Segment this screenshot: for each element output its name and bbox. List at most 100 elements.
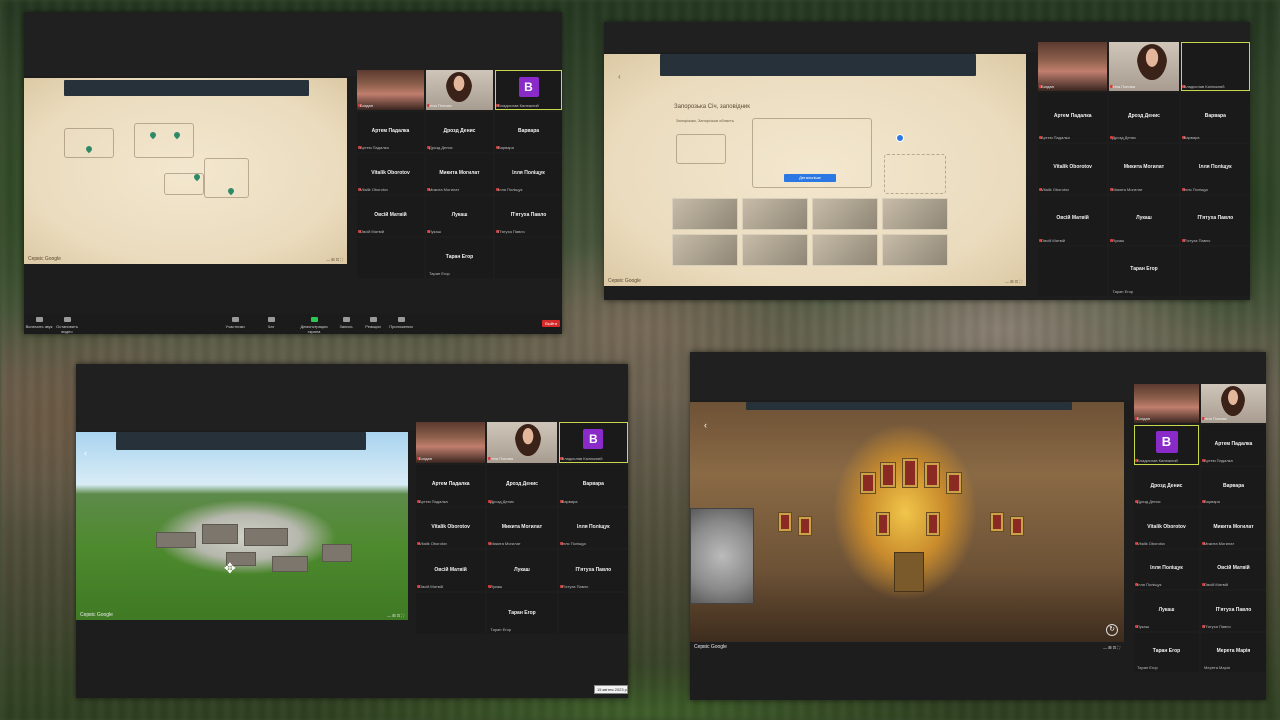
shared-screen-pano[interactable]: ‹ Запорозька Січ, заповідник Запоріжжя, … xyxy=(604,54,1026,286)
avatar: B xyxy=(583,429,604,450)
participant-tile[interactable]: Богдан xyxy=(357,70,424,110)
apps-button[interactable]: Приложения xyxy=(386,317,416,329)
participant-tile[interactable]: Vitalik Oborotov Vitalik Oborotov xyxy=(1038,144,1108,194)
compass-icon[interactable]: ↻ xyxy=(1106,624,1118,636)
participant-tile[interactable]: Дрозд Денис Дрозд Денис xyxy=(1109,93,1179,143)
zoom-window-aerial: ‹ ✥ Сервіс Google — ⊞ ⊡ ⛶ Богдан Інна По… xyxy=(76,364,628,698)
participant-tile[interactable]: Ілля Поліщук Ілля Поліщук xyxy=(1180,144,1250,194)
participant-tile[interactable]: Vitalik Oborotov Vitalik Oborotov xyxy=(357,154,424,194)
participant-tile[interactable]: П'ятуха Павло П'ятуха Павло xyxy=(558,550,628,592)
participant-tile[interactable]: Таран Егор Таран Егор xyxy=(1134,632,1199,672)
gallery-thumb[interactable] xyxy=(812,234,878,266)
participant-tile[interactable]: Варвара Варвара xyxy=(1180,93,1250,143)
participant-tile[interactable]: Ілля Поліщук Ілля Поліщук xyxy=(1134,549,1199,590)
participant-tile[interactable]: Варвара Варвара xyxy=(495,112,562,152)
participant-tile-active[interactable]: Владислав Калюжний xyxy=(1180,42,1250,92)
participant-tile[interactable]: Мерета Марія Мерета Марія xyxy=(1201,632,1266,672)
participant-tile[interactable]: Vitalik Oborotov Vitalik Oborotov xyxy=(416,507,486,549)
details-button[interactable]: Детальніше xyxy=(784,174,836,182)
participant-tile[interactable]: Артем Падалка Артем Падалка xyxy=(1201,425,1266,465)
participant-tile[interactable]: Овсій Матвій Овсій Матвій xyxy=(1201,549,1266,590)
gallery-thumb[interactable] xyxy=(882,198,948,230)
participant-tile[interactable]: Інна Попова xyxy=(487,422,557,463)
participant-tile[interactable]: Інна Попова xyxy=(426,70,493,110)
shared-screen-aerial[interactable]: ‹ ✥ Сервіс Google — ⊞ ⊡ ⛶ xyxy=(76,432,408,620)
participant-tile[interactable] xyxy=(1180,246,1250,296)
participant-tile[interactable]: П'ятуха Павло П'ятуха Павло xyxy=(1180,195,1250,245)
participant-tile[interactable]: Микита Мoгилат Микита Мoгилат xyxy=(487,507,557,549)
participant-tile-active[interactable]: B Владислав Калюжний xyxy=(1134,425,1199,465)
participant-tile[interactable]: Артем Падалка Артем Падалка xyxy=(357,112,424,152)
reactions-button[interactable]: Реакции xyxy=(358,317,388,329)
participant-tile[interactable]: П'ятуха Павло П'ятуха Павло xyxy=(495,196,562,236)
window-header xyxy=(24,12,562,76)
video-button[interactable]: Остановить видео xyxy=(52,317,82,334)
gallery-thumb[interactable] xyxy=(672,234,738,266)
map-controls[interactable]: — ⊞ ⊡ ⛶ xyxy=(387,613,404,618)
participant-grid: Богдан Інна Попова B Владислав Калюжний А… xyxy=(416,422,628,634)
participant-tile[interactable] xyxy=(495,238,562,278)
participant-tile-active[interactable]: B Владислав Калюжний xyxy=(495,70,562,110)
leave-button[interactable]: Выйти xyxy=(542,320,560,327)
minimap[interactable] xyxy=(690,508,754,604)
participant-tile[interactable]: Микита Мoгилат Микита Мoгилат xyxy=(1109,144,1179,194)
participant-tile[interactable] xyxy=(357,238,424,278)
participant-tile[interactable]: Артем Падалка Артем Падалка xyxy=(1038,93,1108,143)
participant-tile[interactable]: Лукаш Лукаш xyxy=(1109,195,1179,245)
participant-tile[interactable]: Дрозд Денис Дрозд Денис xyxy=(1134,466,1199,507)
gallery-thumb[interactable] xyxy=(672,198,738,230)
participant-tile[interactable]: Таран Егор Таран Егор xyxy=(1109,246,1179,296)
shared-screen-map[interactable]: Сервіс Google — ⊞ ⊡ ⛶ xyxy=(24,78,347,264)
gallery-thumb[interactable] xyxy=(742,234,808,266)
mute-button[interactable]: Включить звук xyxy=(24,317,54,329)
participant-tile[interactable]: Дрозд Денис Дрозд Денис xyxy=(426,112,493,152)
participant-tile[interactable] xyxy=(558,593,628,634)
participant-tile[interactable]: Микита Мoгилат Микита Мoгилат xyxy=(426,154,493,194)
place-title: Запорозька Січ, заповідник xyxy=(674,104,750,110)
shared-screen-church[interactable]: ‹ ↻ xyxy=(690,402,1124,642)
map-controls[interactable]: — ⊞ ⊡ ⛶ xyxy=(1103,645,1120,650)
participant-tile-active[interactable]: B Владислав Калюжний xyxy=(558,422,628,463)
map-controls[interactable]: — ⊞ ⊡ ⛶ xyxy=(1005,279,1022,284)
participant-tile[interactable] xyxy=(416,593,486,634)
participant-tile[interactable]: Таран Егор Таран Егор xyxy=(426,238,493,278)
chat-button[interactable]: Чат xyxy=(256,317,286,329)
participant-tile[interactable]: Vitalik Oborotov Vitalik Oborotov xyxy=(1134,508,1199,548)
participant-tile[interactable]: Артем Падалка Артем Падалка xyxy=(416,464,486,506)
participant-tile[interactable]: Лукаш Лукаш xyxy=(1134,591,1199,631)
participant-tile[interactable]: Ілля Поліщук Ілля Поліщук xyxy=(558,507,628,549)
participant-tile[interactable]: Варвара Варвара xyxy=(558,464,628,506)
participant-tile[interactable]: Ілля Поліщук Ілля Поліщук xyxy=(495,154,562,194)
participant-tile[interactable]: Богдан xyxy=(1038,42,1108,92)
navigation-arrow-icon[interactable]: ✥ xyxy=(224,560,236,577)
participant-tile[interactable]: Варвара Варвара xyxy=(1201,466,1266,507)
participant-tile[interactable]: Дрозд Денис Дрозд Денис xyxy=(487,464,557,506)
gallery-thumb[interactable] xyxy=(742,198,808,230)
participant-tile[interactable]: Микита Мoгилат Микита Мoгилат xyxy=(1201,508,1266,548)
participant-tile[interactable] xyxy=(1038,246,1108,296)
gallery-thumb[interactable] xyxy=(882,234,948,266)
participant-tile[interactable]: Лукаш Лукаш xyxy=(487,550,557,592)
participant-tile[interactable]: Овсій Матвій Овсій Матвій xyxy=(357,196,424,236)
participants-button[interactable]: Участники xyxy=(220,317,250,329)
share-screen-button[interactable]: Демонстрация экрана xyxy=(294,317,334,334)
participant-tile[interactable]: Овсій Матвій Овсій Матвій xyxy=(416,550,486,592)
participant-tile[interactable]: Овсій Матвій Овсій Матвій xyxy=(1038,195,1108,245)
back-arrow-icon[interactable]: ‹ xyxy=(84,448,87,458)
map-controls[interactable]: — ⊞ ⊡ ⛶ xyxy=(326,257,343,262)
participant-tile[interactable]: Інна Попова xyxy=(1201,384,1266,424)
google-logo: Сервіс Google xyxy=(28,256,61,262)
back-arrow-icon[interactable]: ‹ xyxy=(618,72,621,81)
share-banner xyxy=(64,80,309,96)
location-marker-icon[interactable] xyxy=(896,134,904,142)
gallery-thumb[interactable] xyxy=(812,198,878,230)
participant-tile[interactable]: Лукаш Лукаш xyxy=(426,196,493,236)
participant-tile[interactable]: Богдан xyxy=(416,422,486,463)
participant-tile[interactable]: П'ятуха Павло П'ятуха Павло xyxy=(1201,591,1266,631)
back-arrow-icon[interactable]: ‹ xyxy=(704,420,707,430)
record-button[interactable]: Запись xyxy=(331,317,361,329)
participant-tile[interactable]: Інна Попова xyxy=(1109,42,1179,92)
participant-tile[interactable]: Таран Егор Таран Егор xyxy=(487,593,557,634)
window-header xyxy=(76,364,628,430)
participant-tile[interactable]: Богдан xyxy=(1134,384,1199,424)
